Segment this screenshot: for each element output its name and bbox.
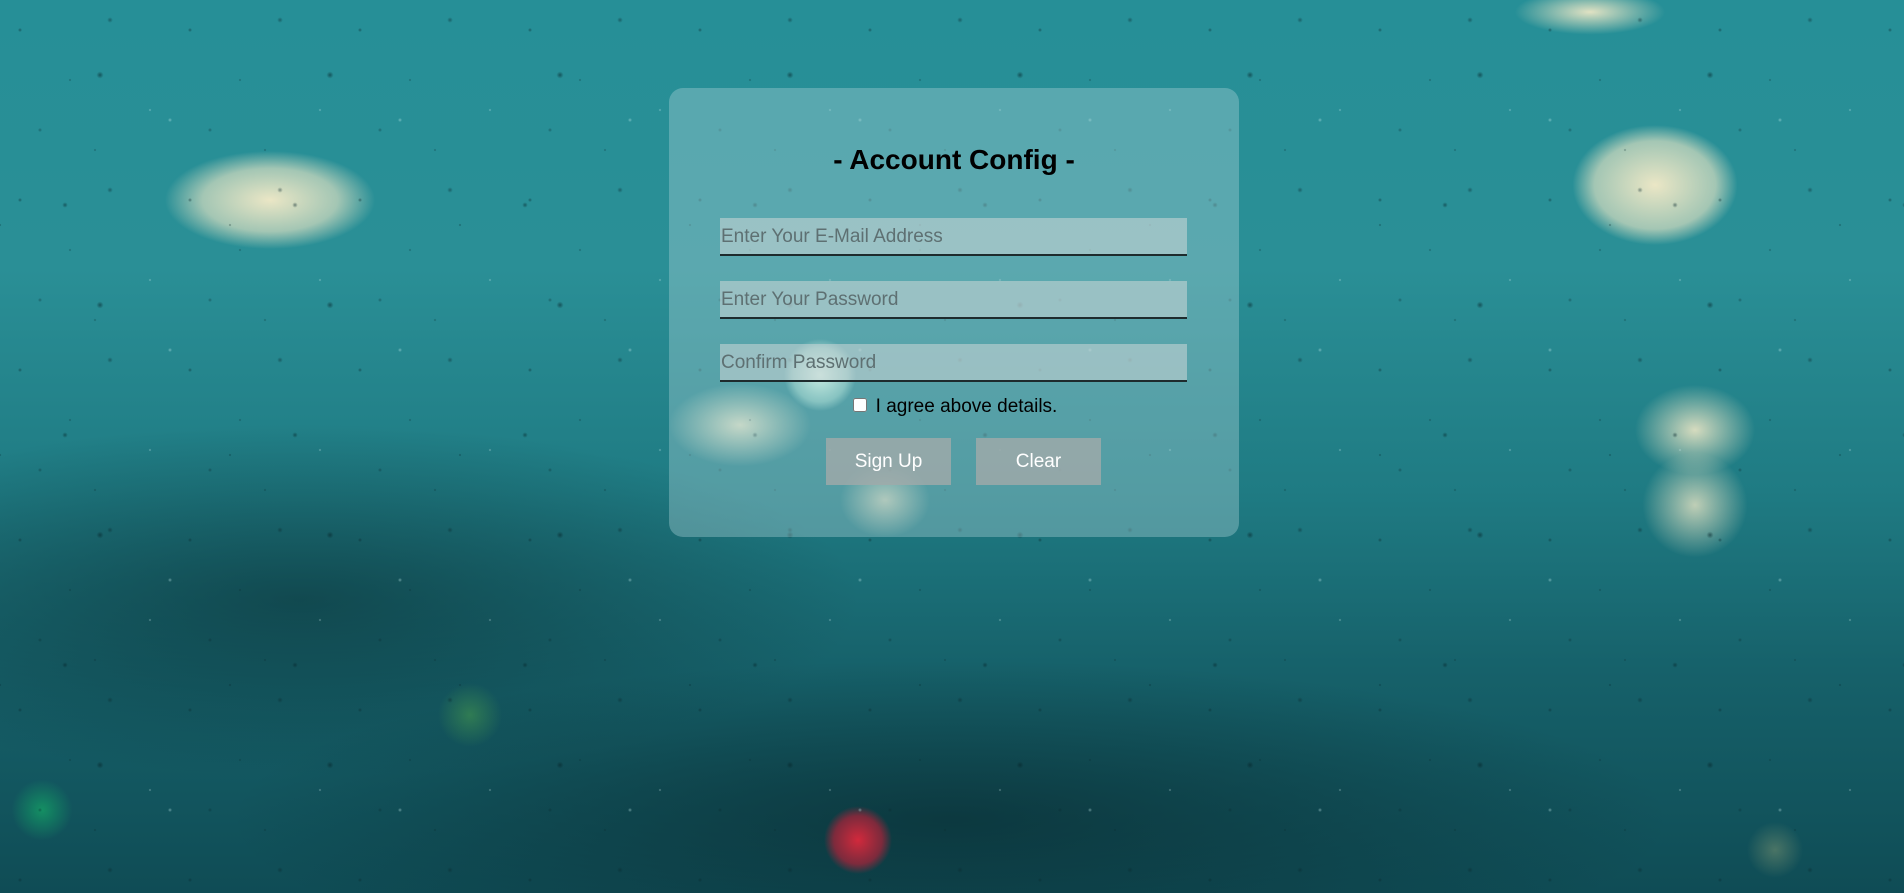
- confirm-password-input[interactable]: [720, 344, 1187, 382]
- sign-up-button[interactable]: Sign Up: [826, 438, 951, 485]
- password-input[interactable]: [720, 281, 1187, 319]
- agree-row: I agree above details.: [669, 396, 1239, 418]
- account-config-card: - Account Config - I agree above details…: [669, 88, 1239, 537]
- agree-checkbox[interactable]: [852, 398, 867, 412]
- agree-label: I agree above details.: [875, 396, 1058, 417]
- form-title: - Account Config -: [833, 144, 1075, 175]
- email-input[interactable]: [720, 218, 1187, 256]
- clear-button[interactable]: Clear: [976, 438, 1101, 485]
